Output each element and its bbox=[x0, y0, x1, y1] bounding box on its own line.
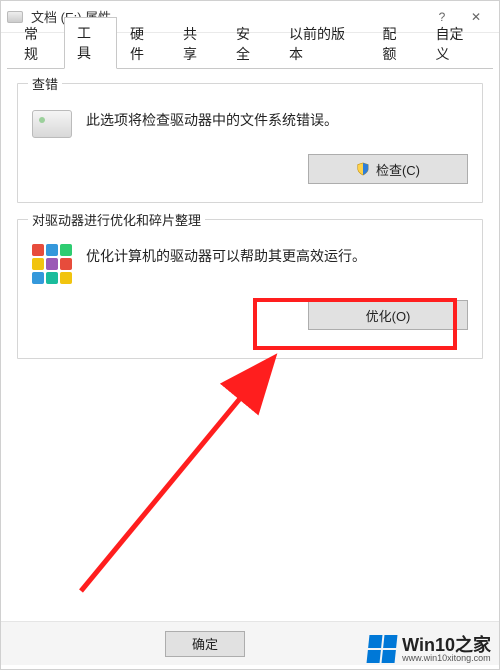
group-error-checking: 查错 此选项将检查驱动器中的文件系统错误。 检查(C) bbox=[17, 83, 483, 203]
tab-sharing[interactable]: 共享 bbox=[170, 18, 223, 69]
tab-general[interactable]: 常规 bbox=[11, 18, 64, 69]
group-optimize-legend: 对驱动器进行优化和碎片整理 bbox=[28, 210, 205, 229]
tab-page-tools: 查错 此选项将检查驱动器中的文件系统错误。 检查(C) 对驱 bbox=[7, 69, 493, 385]
error-checking-desc: 此选项将检查驱动器中的文件系统错误。 bbox=[86, 106, 338, 131]
watermark: Win10之家 www.win10xitong.com bbox=[368, 635, 491, 663]
check-button[interactable]: 检查(C) bbox=[308, 154, 468, 184]
tab-hardware[interactable]: 硬件 bbox=[117, 18, 170, 69]
error-checking-button-row: 检查(C) bbox=[32, 154, 468, 184]
optimize-button-row: 优化(O) bbox=[32, 300, 468, 330]
tab-tools[interactable]: 工具 bbox=[64, 17, 117, 69]
properties-dialog: 文档 (E:) 属性 ? ✕ 常规 工具 硬件 共享 安全 以前的版本 配额 自… bbox=[0, 0, 500, 670]
ok-button-label: 确定 bbox=[192, 634, 218, 653]
tabstrip: 常规 工具 硬件 共享 安全 以前的版本 配额 自定义 bbox=[7, 39, 493, 69]
error-checking-row: 此选项将检查驱动器中的文件系统错误。 bbox=[32, 106, 468, 138]
group-optimize: 对驱动器进行优化和碎片整理 优化计算机的驱动器可以帮助其更高效运行。 优化(O) bbox=[17, 219, 483, 359]
tab-security[interactable]: 安全 bbox=[223, 18, 276, 69]
optimize-button-label: 优化(O) bbox=[366, 306, 411, 325]
defrag-icon bbox=[32, 244, 72, 284]
dialog-content: 常规 工具 硬件 共享 安全 以前的版本 配额 自定义 查错 此选项将检查驱动器… bbox=[1, 33, 499, 385]
windows-logo-icon bbox=[367, 635, 398, 663]
watermark-text: Win10之家 www.win10xitong.com bbox=[402, 636, 491, 663]
tab-quota[interactable]: 配额 bbox=[370, 18, 423, 69]
tab-previous-versions[interactable]: 以前的版本 bbox=[276, 18, 370, 69]
group-error-checking-legend: 查错 bbox=[28, 74, 62, 93]
ok-button[interactable]: 确定 bbox=[165, 631, 245, 657]
watermark-subtext: www.win10xitong.com bbox=[402, 654, 491, 663]
shield-icon bbox=[356, 162, 370, 176]
tab-customize[interactable]: 自定义 bbox=[423, 18, 490, 69]
check-button-label: 检查(C) bbox=[376, 160, 420, 179]
optimize-desc: 优化计算机的驱动器可以帮助其更高效运行。 bbox=[86, 242, 366, 267]
watermark-title: Win10之家 bbox=[402, 636, 491, 654]
optimize-button[interactable]: 优化(O) bbox=[308, 300, 468, 330]
optimize-row: 优化计算机的驱动器可以帮助其更高效运行。 bbox=[32, 242, 468, 284]
drive-icon-large bbox=[32, 110, 72, 138]
